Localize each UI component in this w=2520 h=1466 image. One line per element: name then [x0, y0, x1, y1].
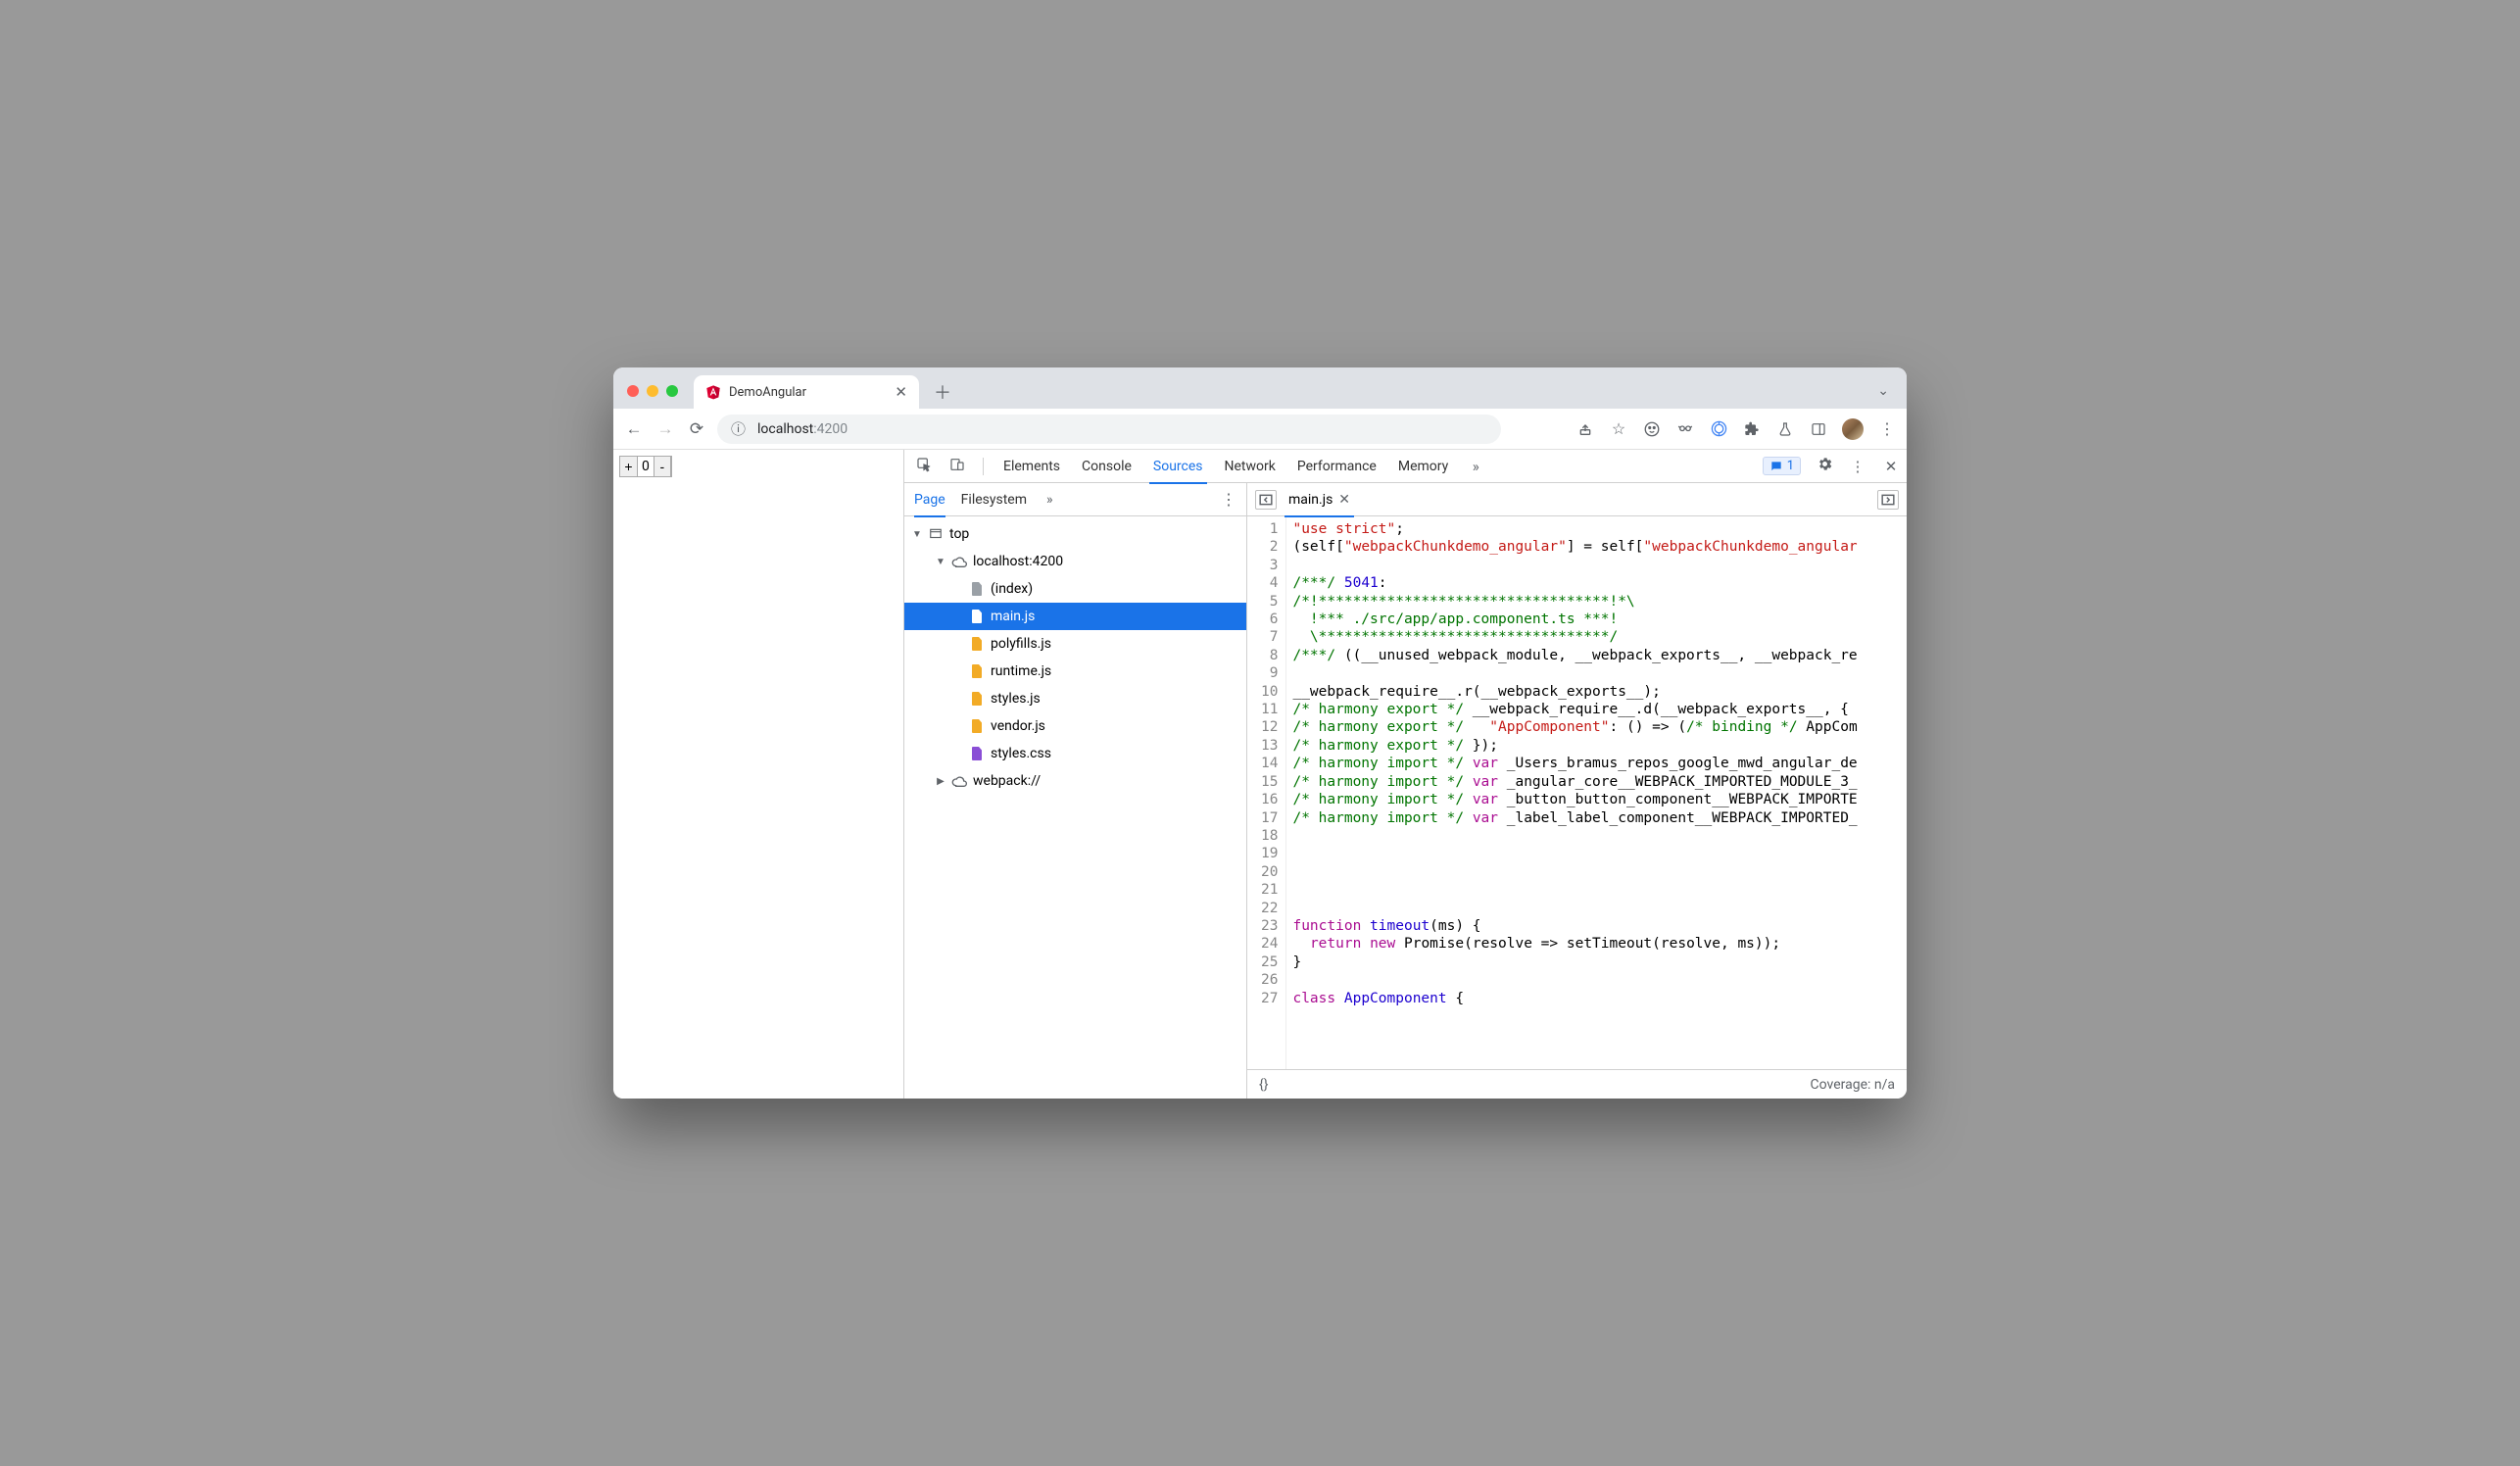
page-content: + 0 -	[613, 450, 904, 1099]
tab-elements[interactable]: Elements	[999, 450, 1064, 483]
toolbar-actions: ☆ ⋮	[1575, 418, 1897, 440]
js-file-icon	[969, 663, 985, 679]
inspect-element-icon[interactable]	[914, 457, 934, 476]
editor-tab-main-js[interactable]: main.js ✕	[1284, 483, 1354, 516]
tab-strip: DemoAngular ✕ ＋ ⌄	[613, 367, 1907, 409]
new-tab-button[interactable]: ＋	[929, 378, 956, 406]
js-file-icon	[969, 691, 985, 707]
tab-console[interactable]: Console	[1078, 450, 1136, 483]
tree-file-main-js[interactable]: main.js	[904, 603, 1246, 630]
toggle-navigator-icon[interactable]	[1255, 490, 1277, 510]
labs-icon[interactable]	[1775, 419, 1795, 439]
increment-button[interactable]: +	[620, 457, 638, 476]
address-bar[interactable]: ⓘ localhost:4200	[717, 415, 1501, 444]
tab-network[interactable]: Network	[1221, 450, 1280, 483]
pretty-print-button[interactable]: {}	[1259, 1077, 1268, 1093]
tree-file-index[interactable]: (index)	[904, 575, 1246, 603]
extensions-icon[interactable]	[1742, 419, 1762, 439]
code-area[interactable]: 1234567891011121314151617181920212223242…	[1247, 516, 1907, 1069]
close-editor-tab-icon[interactable]: ✕	[1338, 492, 1350, 508]
decrement-button[interactable]: -	[654, 457, 671, 476]
bookmark-icon[interactable]: ☆	[1609, 419, 1628, 439]
js-file-icon	[969, 609, 985, 624]
more-tabs-icon[interactable]: »	[1466, 458, 1485, 475]
url-host: localhost:4200	[757, 421, 848, 437]
tabs-dropdown-button[interactable]: ⌄	[1877, 383, 1889, 399]
navigator-more-icon[interactable]: »	[1046, 492, 1053, 508]
extension-icon-3[interactable]	[1709, 419, 1728, 439]
maximize-window-button[interactable]	[666, 385, 678, 397]
tree-file-styles-js[interactable]: styles.js	[904, 685, 1246, 712]
css-file-icon	[969, 746, 985, 761]
tree-file-polyfills-js[interactable]: polyfills.js	[904, 630, 1246, 658]
settings-icon[interactable]	[1815, 456, 1834, 476]
side-panel-icon[interactable]	[1809, 419, 1828, 439]
sources-navigator: Page Filesystem » ⋮ ▼ top ▼	[904, 483, 1247, 1099]
tree-origin[interactable]: ▼ localhost:4200	[904, 548, 1246, 575]
navigator-tab-page[interactable]: Page	[914, 483, 945, 516]
reload-button[interactable]: ⟳	[686, 419, 707, 439]
code-content: "use strict";(self["webpackChunkdemo_ang…	[1286, 516, 1907, 1069]
navigator-tab-filesystem[interactable]: Filesystem	[961, 483, 1027, 516]
issues-button[interactable]: 1	[1763, 457, 1801, 475]
document-icon	[969, 581, 985, 597]
browser-tab[interactable]: DemoAngular ✕	[694, 375, 919, 409]
close-window-button[interactable]	[627, 385, 639, 397]
minimize-window-button[interactable]	[647, 385, 658, 397]
close-tab-button[interactable]: ✕	[895, 383, 907, 401]
tab-sources[interactable]: Sources	[1149, 450, 1207, 483]
navigator-menu-icon[interactable]: ⋮	[1221, 490, 1236, 509]
tree-file-runtime-js[interactable]: runtime.js	[904, 658, 1246, 685]
toggle-debugger-icon[interactable]	[1877, 490, 1899, 510]
tree-file-styles-css[interactable]: styles.css	[904, 740, 1246, 767]
navigator-tabs: Page Filesystem » ⋮	[904, 483, 1246, 516]
editor-tabs: main.js ✕	[1247, 483, 1907, 516]
tree-file-vendor-js[interactable]: vendor.js	[904, 712, 1246, 740]
devtools-panel: Elements Console Sources Network Perform…	[904, 450, 1907, 1099]
issues-count: 1	[1787, 459, 1794, 473]
extension-icon-2[interactable]	[1675, 419, 1695, 439]
tab-memory[interactable]: Memory	[1394, 450, 1452, 483]
share-icon[interactable]	[1575, 419, 1595, 439]
extension-icon-1[interactable]	[1642, 419, 1662, 439]
device-toolbar-icon[interactable]	[947, 457, 967, 476]
devtools-menu-icon[interactable]: ⋮	[1848, 458, 1867, 475]
close-devtools-icon[interactable]: ✕	[1881, 458, 1901, 475]
back-button[interactable]: ←	[623, 419, 645, 439]
browser-window: DemoAngular ✕ ＋ ⌄ ← → ⟳ ⓘ localhost:4200…	[613, 367, 1907, 1099]
profile-avatar[interactable]	[1842, 418, 1864, 440]
angular-favicon	[705, 384, 721, 400]
js-file-icon	[969, 718, 985, 734]
address-toolbar: ← → ⟳ ⓘ localhost:4200 ☆	[613, 409, 1907, 450]
cloud-icon	[951, 554, 967, 569]
forward-button[interactable]: →	[654, 419, 676, 439]
source-editor: main.js ✕ 123456789101112131415161718192…	[1247, 483, 1907, 1099]
line-gutter: 1234567891011121314151617181920212223242…	[1247, 516, 1286, 1069]
tab-performance[interactable]: Performance	[1293, 450, 1381, 483]
chrome-menu-icon[interactable]: ⋮	[1877, 419, 1897, 439]
devtools-toolbar: Elements Console Sources Network Perform…	[904, 450, 1907, 483]
window-controls	[627, 385, 678, 397]
file-tree: ▼ top ▼ localhost:4200 (index)	[904, 516, 1246, 1099]
tab-title: DemoAngular	[729, 385, 806, 400]
js-file-icon	[969, 636, 985, 652]
site-info-icon[interactable]: ⓘ	[731, 418, 746, 439]
coverage-label: Coverage: n/a	[1811, 1077, 1895, 1093]
counter-widget: + 0 -	[619, 456, 672, 477]
frame-icon	[928, 526, 944, 542]
tree-frame-top[interactable]: ▼ top	[904, 520, 1246, 548]
counter-value: 0	[638, 459, 654, 474]
tree-webpack[interactable]: ▶ webpack://	[904, 767, 1246, 795]
editor-statusbar: {} Coverage: n/a	[1247, 1069, 1907, 1099]
cloud-icon	[951, 773, 967, 789]
